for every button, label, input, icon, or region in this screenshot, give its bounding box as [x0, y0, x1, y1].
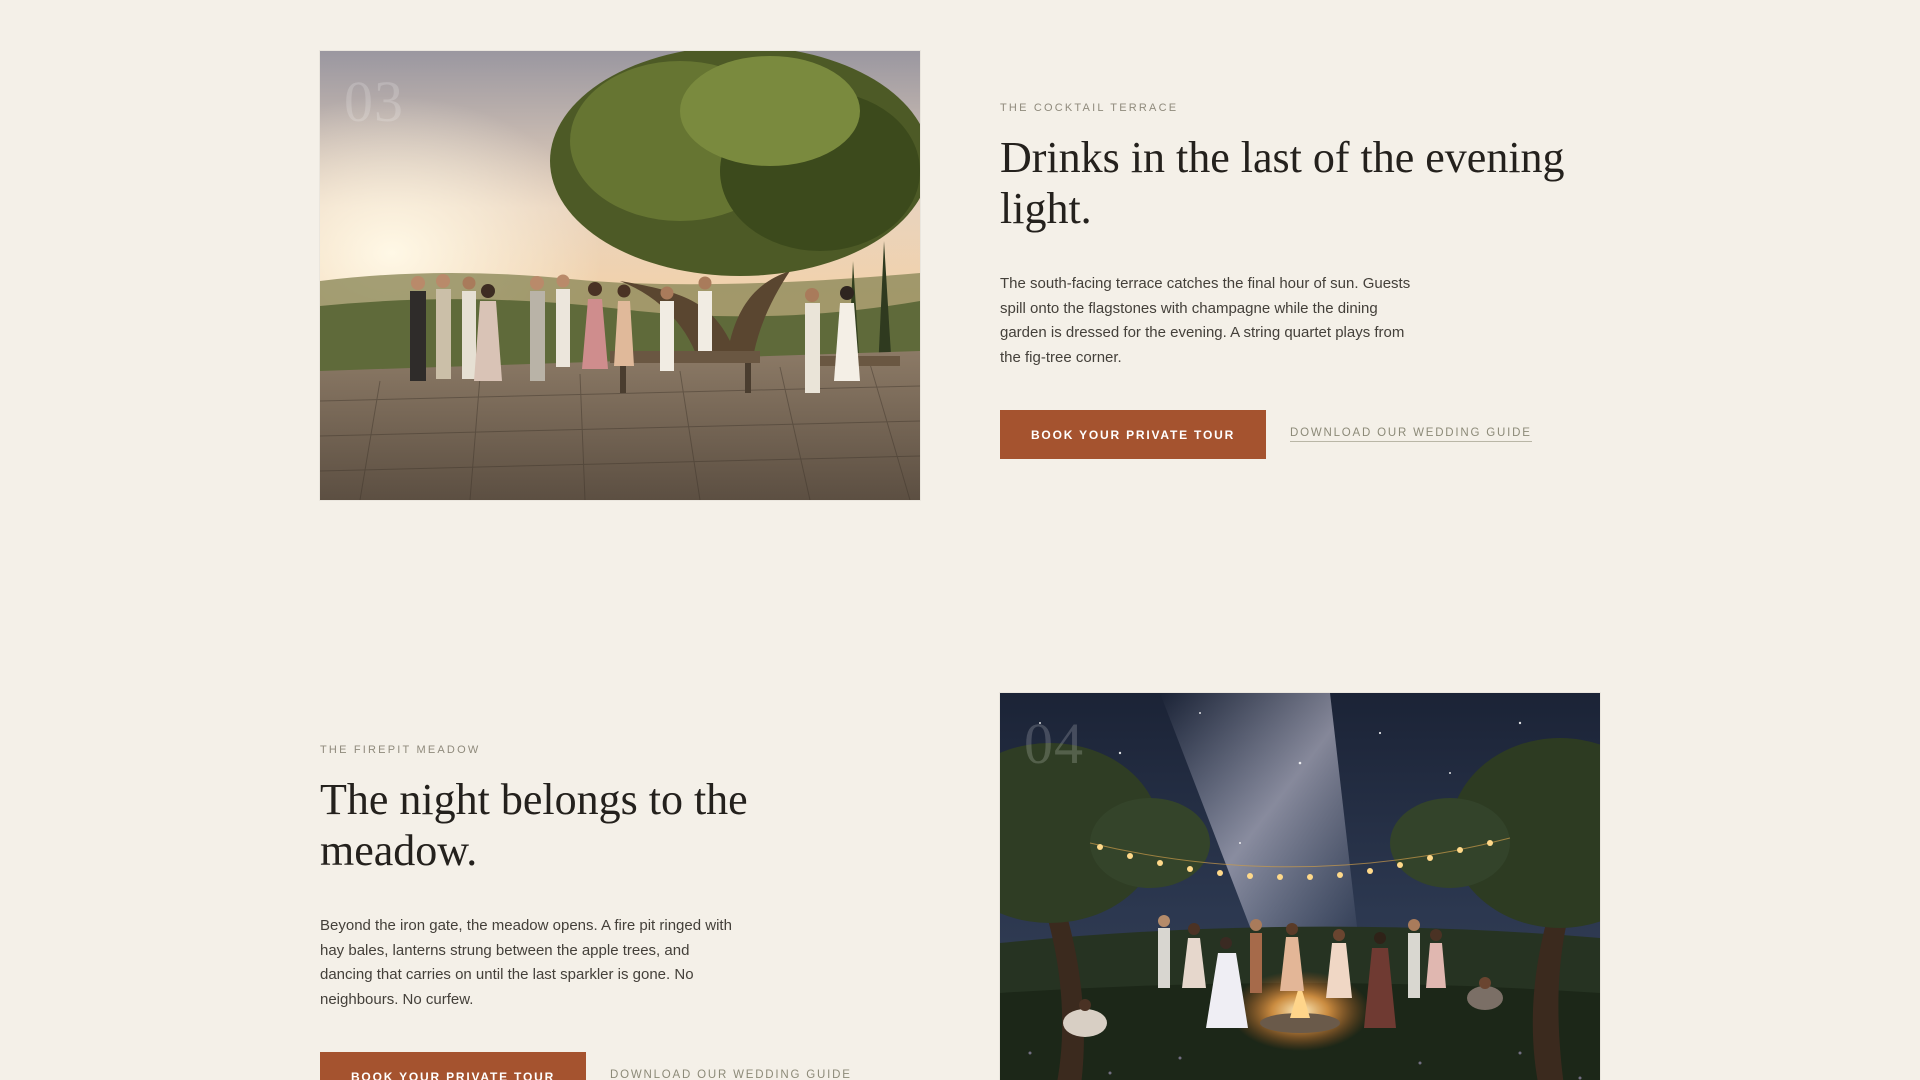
- section-headline: The night belongs to the meadow.: [320, 775, 748, 875]
- section-eyebrow: THE COCKTAIL TERRACE: [1000, 102, 1179, 114]
- download-guide-link[interactable]: DOWNLOAD OUR WEDDING GUIDE: [1290, 427, 1532, 442]
- section-actions: BOOK YOUR PRIVATE TOUR DOWNLOAD OUR WEDD…: [1000, 410, 1600, 459]
- terrace-photo: 03: [320, 51, 920, 500]
- book-tour-button[interactable]: BOOK YOUR PRIVATE TOUR: [1000, 410, 1266, 459]
- section-body: The south-facing terrace catches the fin…: [1000, 275, 1411, 366]
- section-eyebrow: THE FIREPIT MEADOW: [320, 744, 481, 756]
- book-tour-button[interactable]: BOOK YOUR PRIVATE TOUR: [320, 1052, 586, 1080]
- terrace-sunset-image: [320, 51, 920, 500]
- download-guide-link[interactable]: DOWNLOAD OUR WEDDING GUIDE: [610, 1069, 852, 1080]
- section-headline: Drinks in the last of the evening light.: [1000, 133, 1565, 233]
- section-body: Beyond the iron gate, the meadow opens. …: [320, 917, 732, 1008]
- section-actions: BOOK YOUR PRIVATE TOUR DOWNLOAD OUR WEDD…: [320, 1052, 920, 1080]
- meadow-photo: 04: [1000, 693, 1600, 1080]
- terrace-section: THE COCKTAIL TERRACE Drinks in the last …: [1000, 102, 1600, 459]
- section-number: 04: [1024, 711, 1084, 776]
- meadow-section: THE FIREPIT MEADOW The night belongs to …: [320, 744, 920, 1080]
- section-number: 03: [344, 69, 404, 134]
- meadow-night-image: [1000, 693, 1600, 1080]
